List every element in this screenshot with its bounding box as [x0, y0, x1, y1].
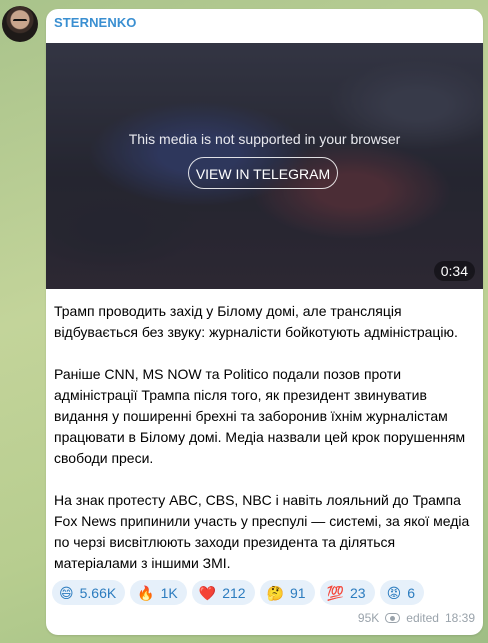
- reaction-hundred[interactable]: 💯 23: [319, 580, 375, 605]
- reaction-grinning[interactable]: 😄 5.66K: [52, 580, 126, 605]
- reaction-count: 212: [222, 584, 246, 601]
- heart-icon: ❤️: [198, 584, 217, 601]
- angry-face-icon: 😡: [386, 584, 402, 601]
- video-duration: 0:34: [433, 261, 475, 281]
- reaction-thinking[interactable]: 🤔 91: [259, 580, 315, 605]
- avatar-glasses: [13, 19, 27, 25]
- message-bubble: STERNENKO This media is not supported in…: [46, 9, 483, 635]
- reaction-count: 23: [350, 584, 366, 601]
- post-paragraph: На знак протесту ABC, CBS, NBC і навіть …: [54, 492, 470, 571]
- reaction-angry[interactable]: 😡 6: [379, 580, 424, 605]
- reaction-count: 5.66K: [79, 584, 117, 601]
- reactions-bar: 😄 5.66K 🔥 1K ❤️ 212 🤔 91 💯 23 😡 6: [52, 580, 424, 605]
- channel-avatar[interactable]: [2, 6, 38, 42]
- post-paragraph: Трамп проводить захід у Білому домі, але…: [54, 303, 458, 340]
- thinking-face-icon: 🤔: [266, 584, 284, 601]
- eye-icon: [385, 613, 401, 623]
- reaction-count: 1K: [160, 584, 178, 601]
- media-unsupported-message: This media is not supported in your brow…: [128, 131, 401, 147]
- message-time: 18:39: [444, 611, 475, 625]
- reaction-count: 6: [407, 584, 415, 601]
- post-text: Трамп проводить захід у Білому домі, але…: [54, 301, 474, 574]
- view-count: 95K: [357, 611, 380, 625]
- view-in-telegram-button[interactable]: VIEW IN TELEGRAM: [188, 157, 338, 189]
- edited-label: edited: [406, 611, 439, 625]
- video-media[interactable]: This media is not supported in your brow…: [46, 43, 483, 289]
- reaction-fire[interactable]: 🔥 1K: [130, 580, 187, 605]
- reaction-count: 91: [290, 584, 306, 601]
- post-paragraph: Раніше CNN, MS NOW та Politico подали по…: [54, 366, 466, 466]
- grinning-face-icon: 😄: [59, 584, 74, 601]
- channel-name[interactable]: STERNENKO: [54, 15, 137, 30]
- message-meta: 95K edited 18:39: [358, 611, 475, 625]
- hundred-points-icon: 💯: [326, 584, 345, 601]
- reaction-heart[interactable]: ❤️ 212: [191, 580, 255, 605]
- fire-icon: 🔥: [137, 584, 155, 601]
